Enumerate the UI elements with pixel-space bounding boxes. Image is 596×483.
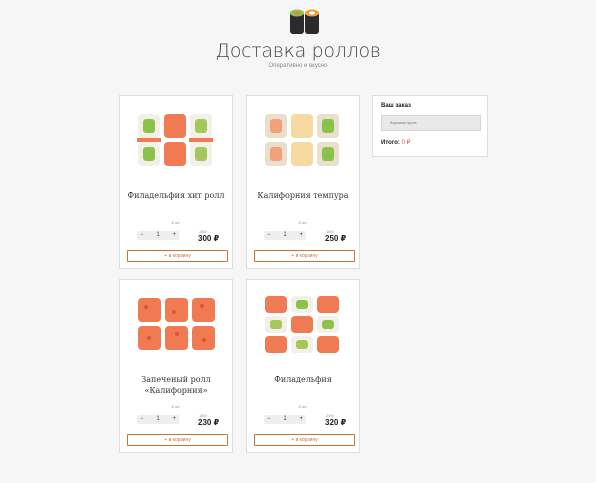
order-total: Итого: 0 ₽: [381, 139, 410, 146]
product-card: Филадельфия хит ролл 8 шт. − 1 + 180г 30…: [119, 95, 233, 269]
quantity-value: 1: [156, 232, 160, 238]
product-name: Калифорния темпура: [257, 191, 349, 200]
minus-button[interactable]: −: [267, 415, 271, 424]
product-price: 320 ₽: [325, 418, 347, 427]
minus-button[interactable]: −: [140, 415, 144, 424]
product-name: Филадельфия: [274, 375, 332, 384]
quantity-stepper: − 1 +: [137, 231, 179, 240]
product-card: Запеченый ролл «Калифорния» 8 шт. − 1 + …: [119, 279, 233, 453]
product-card: Филадельфия 8 шт. − 1 + 290г 320 ₽ + в к…: [246, 279, 360, 453]
product-pieces: 8 шт.: [298, 220, 308, 225]
plus-button[interactable]: +: [172, 415, 176, 424]
product-name: Филадельфия хит ролл: [127, 191, 225, 200]
quantity-stepper: − 1 +: [137, 415, 179, 424]
product-pieces: 8 шт.: [298, 404, 308, 409]
sushi-logo-icon: [290, 9, 319, 34]
quantity-value: 1: [156, 416, 160, 422]
quantity-value: 1: [283, 416, 287, 422]
plus-button[interactable]: +: [299, 415, 303, 424]
product-pieces: 8 шт.: [171, 404, 181, 409]
cart-empty-message: Корзина пуста: [381, 115, 481, 131]
quantity-stepper: − 1 +: [264, 415, 306, 424]
quantity-value: 1: [283, 232, 287, 238]
add-to-cart-button[interactable]: + в корзину: [254, 250, 355, 262]
site-subtitle: Оперативно и вкусно: [268, 63, 328, 69]
minus-button[interactable]: −: [267, 231, 271, 240]
product-price: 250 ₽: [325, 234, 347, 243]
minus-button[interactable]: −: [140, 231, 144, 240]
product-image: [265, 114, 339, 166]
product-pieces: 8 шт.: [171, 220, 181, 225]
plus-button[interactable]: +: [172, 231, 176, 240]
order-title: Ваш заказ: [381, 103, 411, 109]
product-price: 300 ₽: [198, 234, 220, 243]
product-image: [137, 114, 213, 166]
product-name: Запеченый ролл «Калифорния»: [141, 375, 211, 395]
order-panel: Ваш заказ Корзина пуста Итого: 0 ₽: [372, 95, 488, 157]
product-price: 230 ₽: [198, 418, 220, 427]
total-value: 0 ₽: [401, 140, 411, 146]
plus-button[interactable]: +: [299, 231, 303, 240]
total-label: Итого:: [381, 140, 400, 146]
site-title: Доставка роллов: [215, 40, 381, 62]
product-image: [138, 298, 215, 350]
product-image: [265, 296, 339, 353]
add-to-cart-button[interactable]: + в корзину: [127, 250, 228, 262]
quantity-stepper: − 1 +: [264, 231, 306, 240]
add-to-cart-button[interactable]: + в корзину: [127, 434, 228, 446]
product-card: Калифорния темпура 8 шт. − 1 + 180г 250 …: [246, 95, 360, 269]
add-to-cart-button[interactable]: + в корзину: [254, 434, 355, 446]
